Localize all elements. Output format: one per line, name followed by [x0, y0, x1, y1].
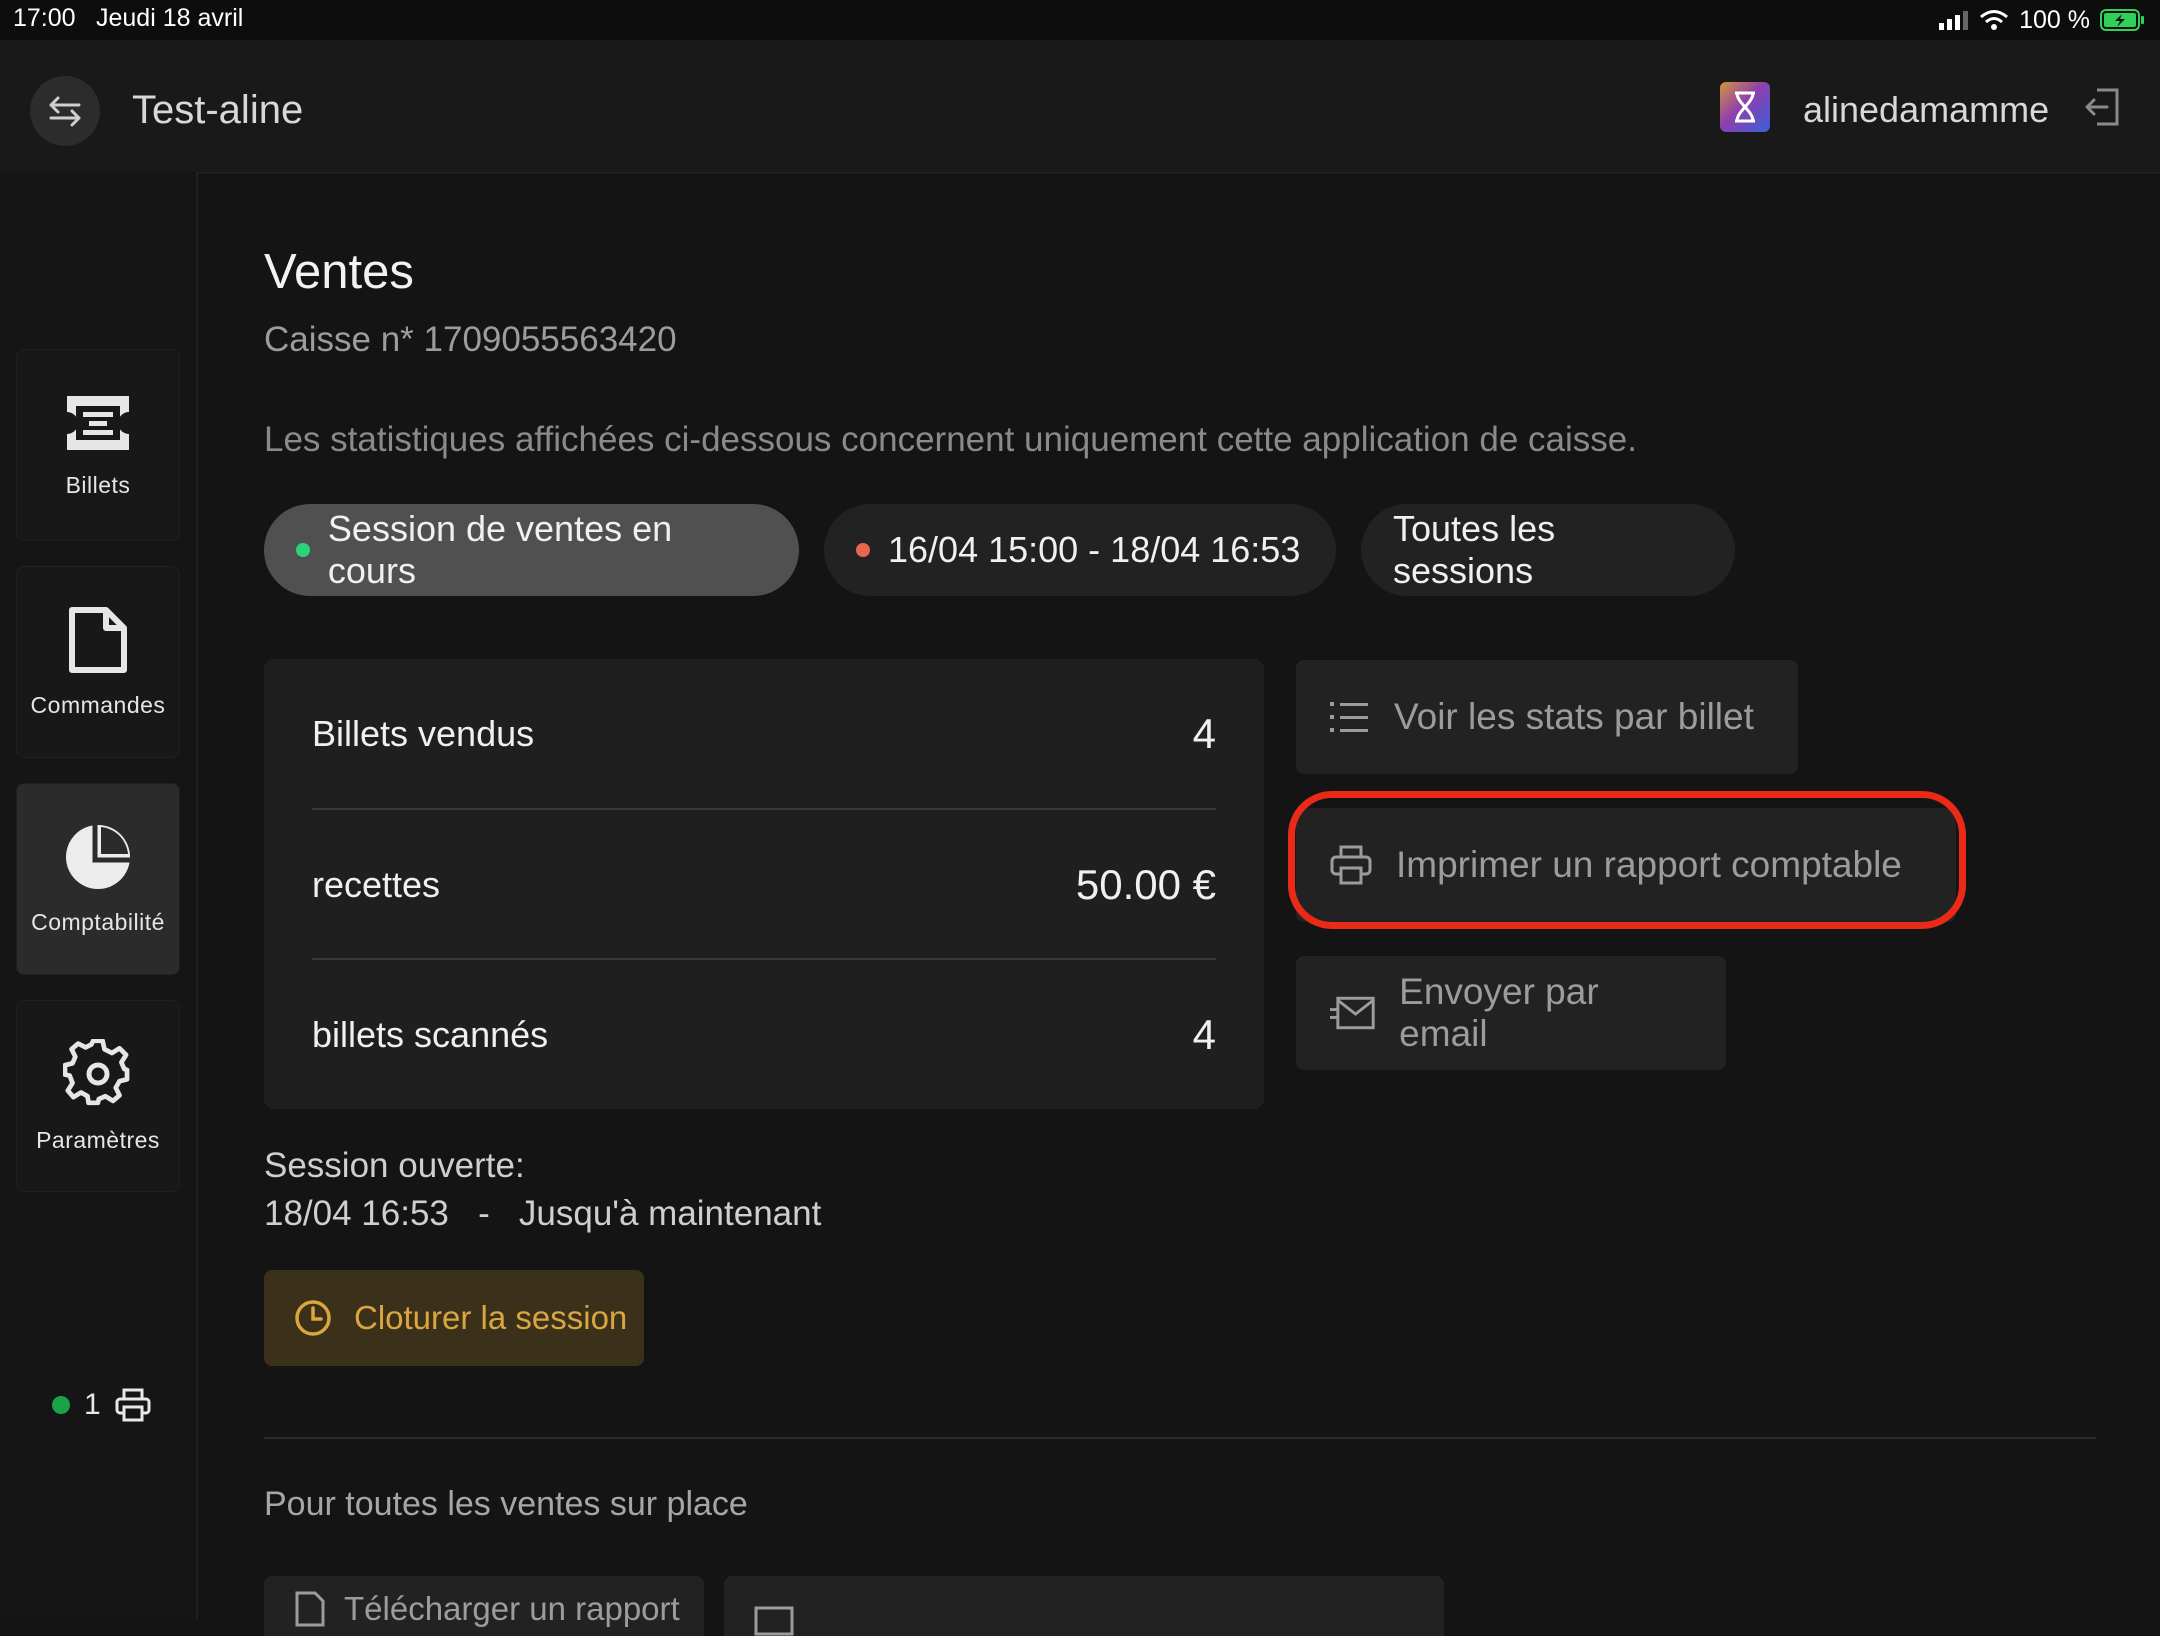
top-bar: Test-aline alinedamamme: [0, 40, 2160, 174]
stat-value: 4: [1192, 710, 1216, 757]
battery-percent: 100 %: [2019, 5, 2090, 34]
sidebar-item-commandes[interactable]: Commandes: [16, 566, 180, 758]
session-open-label: Session ouverte:: [264, 1146, 525, 1185]
gear-icon: [63, 1038, 130, 1105]
sidebar-item-label: Paramètres: [36, 1126, 160, 1153]
page-title: Ventes: [264, 245, 414, 299]
stat-value: 50.00 €: [1075, 861, 1216, 908]
switch-project-button[interactable]: [30, 76, 100, 146]
send-email-button[interactable]: Envoyer par email: [1296, 956, 1726, 1070]
status-date: Jeudi 18 avril: [96, 4, 244, 32]
stat-row-revenue: recettes 50.00 €: [312, 810, 1216, 960]
swap-arrows-icon: [49, 96, 81, 127]
sidebar-item-label: Commandes: [30, 691, 166, 718]
username: alinedamamme: [1803, 89, 2050, 130]
status-time: 17:00: [13, 4, 76, 32]
status-bar: 17:00 Jeudi 18 avril 100 %: [0, 0, 2160, 40]
divider: [264, 1437, 2096, 1439]
button-label: Voir les stats par billet: [1394, 696, 1754, 737]
download-report-button[interactable]: Télécharger un rapport: [264, 1576, 704, 1636]
status-indicators: 100 %: [1939, 4, 2146, 36]
email-icon: [754, 1606, 794, 1636]
chip-previous-session[interactable]: 16/04 15:00 - 18/04 16:53: [824, 504, 1336, 596]
sidebar-item-parametres[interactable]: Paramètres: [16, 1000, 180, 1192]
avatar: [1720, 82, 1770, 132]
chip-label: Toutes les sessions: [1393, 508, 1556, 591]
close-session-button[interactable]: Cloturer la session: [264, 1270, 644, 1366]
pie-chart-icon: [66, 824, 130, 889]
battery-icon: [2100, 9, 2144, 31]
send-report-button[interactable]: [724, 1576, 1444, 1636]
logout-button[interactable]: [2080, 84, 2126, 130]
document-icon: [69, 606, 127, 673]
session-range: 18/04 16:53 - Jusqu'à maintenant: [264, 1194, 822, 1233]
session-active-dot: [296, 543, 310, 557]
sidebar-item-label: Billets: [65, 471, 131, 498]
printer-connected-dot: [52, 1396, 70, 1414]
highlight-annotation: [1288, 791, 1966, 929]
hourglass-icon: [1735, 91, 1755, 123]
document-icon: [295, 1591, 325, 1627]
stat-label: Billets vendus: [312, 713, 535, 754]
signal-icon: [1939, 11, 1969, 30]
button-label: Envoyer par email: [1399, 971, 1599, 1054]
chip-label: Session de ventes en cours: [327, 508, 673, 591]
button-label: Télécharger un rapport: [344, 1590, 680, 1627]
stat-value: 4: [1192, 1011, 1216, 1058]
stat-row-scanned: billets scannés 4: [312, 960, 1216, 1110]
session-closed-dot: [856, 543, 870, 557]
logout-icon: [2085, 88, 2119, 126]
chip-label: 16/04 15:00 - 18/04 16:53: [888, 529, 1301, 570]
printer-icon: [115, 1388, 151, 1422]
stat-row-tickets-sold: Billets vendus 4: [312, 659, 1216, 809]
project-name: Test-aline: [132, 88, 304, 132]
stat-label: recettes: [312, 864, 441, 905]
onsite-section-title: Pour toutes les ventes sur place: [264, 1485, 748, 1523]
printer-count: 1: [84, 1388, 101, 1421]
sidebar-item-comptabilite[interactable]: Comptabilité: [16, 783, 180, 975]
view-stats-per-ticket-button[interactable]: Voir les stats par billet: [1296, 660, 1798, 774]
chip-current-session[interactable]: Session de ventes en cours: [264, 504, 799, 596]
register-number: Caisse n* 1709055563420: [264, 320, 677, 359]
info-text: Les statistiques affichées ci-dessous co…: [264, 420, 1637, 459]
button-label: Cloturer la session: [354, 1299, 628, 1336]
email-icon: [1330, 996, 1375, 1030]
list-icon: [1330, 702, 1368, 732]
sidebar-item-billets[interactable]: Billets: [16, 349, 180, 541]
stats-card: Billets vendus 4 recettes 50.00 € billet…: [264, 659, 1264, 1109]
sidebar-item-label: Comptabilité: [31, 908, 165, 935]
wifi-icon: [1980, 10, 2009, 30]
stat-label: billets scannés: [312, 1014, 549, 1055]
clock-icon: [295, 1300, 331, 1336]
printer-status[interactable]: 1: [52, 1388, 151, 1422]
ticket-icon: [67, 395, 129, 450]
chip-all-sessions[interactable]: Toutes les sessions: [1361, 504, 1735, 596]
